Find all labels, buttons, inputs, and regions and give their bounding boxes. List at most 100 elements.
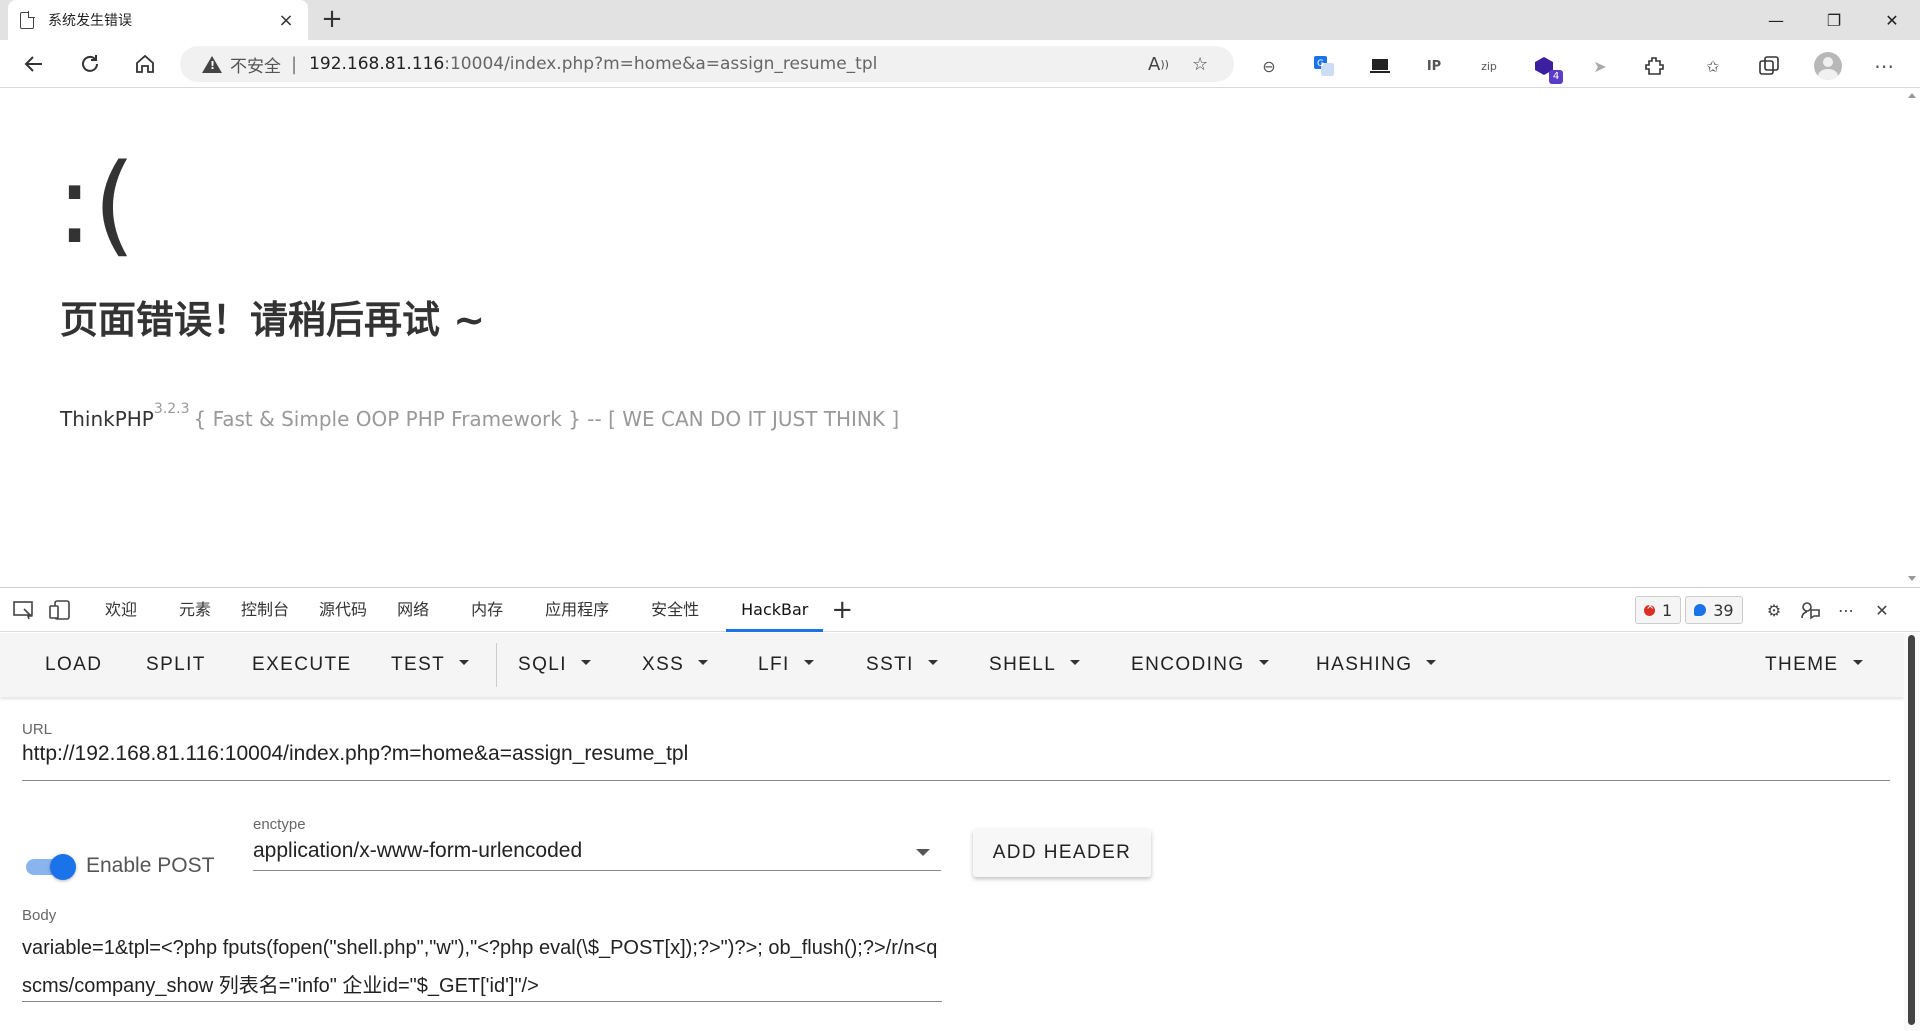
tab-memory[interactable]: 内存 (456, 588, 518, 632)
split-label: SPLIT (146, 654, 206, 675)
tab-security[interactable]: 安全性 (636, 588, 714, 632)
url-field-label: URL (22, 721, 53, 738)
message-icon (1694, 604, 1707, 616)
shell-label: SHELL (989, 654, 1057, 675)
more-options-icon[interactable]: ⋯ (1828, 595, 1864, 625)
body-textarea[interactable]: variable=1&tpl=<?php fputs(fopen("shell.… (22, 929, 942, 1005)
hackbar-scrollbar[interactable] (1904, 633, 1920, 1031)
profile-avatar[interactable] (1814, 52, 1842, 80)
new-tab-button[interactable]: + (318, 6, 346, 34)
device-toolbar-icon[interactable] (42, 595, 78, 625)
tab-sources[interactable]: 源代码 (304, 588, 382, 632)
add-panel-button[interactable]: + (831, 595, 853, 625)
tab-network[interactable]: 网络 (382, 588, 444, 632)
execute-button[interactable]: EXECUTE (252, 633, 352, 697)
tab-console[interactable]: 控制台 (226, 588, 304, 632)
more-menu-icon[interactable]: ⋯ (1870, 52, 1898, 80)
xss-menu[interactable]: XSS (642, 633, 709, 697)
add-header-button[interactable]: ADD HEADER (973, 829, 1151, 877)
hackbar-extension-icon[interactable]: 4 (1530, 52, 1563, 84)
collections-icon[interactable] (1755, 52, 1783, 80)
devtools-tab-bar: 欢迎 元素 控制台 源代码 网络 内存 应用程序 安全性 HackBar + 1… (0, 588, 1920, 632)
hashing-menu[interactable]: HASHING (1316, 633, 1437, 697)
tab-application[interactable]: 应用程序 (530, 588, 624, 632)
tab-hackbar[interactable]: HackBar (726, 588, 824, 632)
extensions-puzzle-icon[interactable] (1641, 52, 1669, 80)
translate-icon[interactable]: G (1310, 52, 1338, 80)
settings-gear-icon[interactable]: ⚙ (1756, 595, 1792, 625)
toggle-knob (50, 854, 76, 880)
home-icon[interactable] (127, 48, 163, 80)
page-icon (20, 10, 35, 29)
page-scrollbar[interactable] (1904, 89, 1920, 587)
chevron-down-icon (459, 660, 470, 666)
enctype-select[interactable]: application/x-www-form-urlencoded (253, 839, 582, 863)
split-button[interactable]: SPLIT (146, 633, 206, 697)
inspect-icon[interactable] (6, 595, 42, 625)
ssti-menu[interactable]: SSTI (866, 633, 938, 697)
enable-post-label: Enable POST (86, 854, 215, 877)
devtools-controls: ⚙ ⋯ ✕ (1756, 595, 1900, 625)
error-count: 1 (1662, 600, 1673, 620)
feedback-icon[interactable] (1792, 595, 1828, 625)
test-label: TEST (391, 654, 446, 675)
xss-label: XSS (642, 654, 685, 675)
lfi-menu[interactable]: LFI (758, 633, 814, 697)
url-input[interactable]: http://192.168.81.116:10004/index.php?m=… (22, 742, 688, 766)
ip-icon[interactable]: IP (1420, 52, 1448, 80)
execute-label: EXECUTE (252, 654, 352, 675)
framework-name: ThinkPHP (60, 407, 154, 431)
tab-close-icon[interactable]: × (276, 10, 296, 31)
dropdown-arrow-icon[interactable] (916, 849, 930, 856)
url-path: :10004/index.php?m=home&a=assign_resume_… (444, 54, 878, 74)
chevron-down-icon (1258, 660, 1269, 666)
zip-icon[interactable]: zip (1475, 52, 1503, 80)
error-counter[interactable]: 1 (1635, 596, 1682, 624)
chevron-down-icon (927, 660, 938, 666)
window-close-button[interactable]: ✕ (1864, 0, 1920, 40)
svg-text:G: G (1317, 59, 1324, 69)
framework-slogan: { Fast & Simple OOP PHP Framework } -- [… (193, 407, 900, 431)
scrollbar-thumb[interactable] (1908, 635, 1915, 1025)
back-arrow-icon[interactable] (16, 48, 52, 80)
error-message: 页面错误！请稍后再试 ~ (60, 298, 486, 342)
url-host: 192.168.81.116 (309, 54, 445, 74)
chevron-down-icon (698, 660, 709, 666)
scroll-down-icon[interactable] (1908, 576, 1916, 581)
hackbar-menu: LOAD SPLIT EXECUTE TEST SQLI XSS LFI SST… (0, 633, 1904, 697)
chevron-down-icon (1426, 660, 1437, 666)
encoding-label: ENCODING (1131, 654, 1245, 675)
address-bar[interactable]: 不安全 | 192.168.81.116 :10004/index.php?m=… (180, 46, 1234, 82)
laptop-icon[interactable] (1366, 52, 1394, 80)
block-icon[interactable]: ⊖ (1255, 52, 1283, 80)
close-devtools-icon[interactable]: ✕ (1864, 595, 1900, 625)
message-counter[interactable]: 39 (1685, 596, 1743, 624)
page-content: :( 页面错误！请稍后再试 ~ ThinkPHP3.2.3{ Fast & Si… (0, 89, 1904, 587)
load-button[interactable]: LOAD (45, 633, 102, 697)
theme-label: THEME (1765, 654, 1839, 675)
sqli-label: SQLI (518, 654, 567, 675)
test-menu[interactable]: TEST (391, 633, 470, 697)
add-favorite-icon[interactable]: ☆ (1192, 46, 1208, 82)
theme-menu[interactable]: THEME (1765, 633, 1863, 697)
tab-welcome[interactable]: 欢迎 (90, 588, 152, 632)
shell-menu[interactable]: SHELL (989, 633, 1081, 697)
minimize-button[interactable]: — (1748, 0, 1804, 40)
favorites-icon[interactable]: ✩ (1699, 52, 1727, 80)
enable-post-toggle[interactable] (24, 852, 76, 882)
body-field-label: Body (22, 907, 57, 924)
restore-button[interactable]: ❐ (1806, 0, 1862, 40)
scroll-up-icon[interactable] (1908, 93, 1916, 98)
enctype-label: enctype (253, 816, 306, 833)
browser-toolbar: 不安全 | 192.168.81.116 :10004/index.php?m=… (0, 40, 1920, 88)
read-aloud-icon[interactable]: A)) (1148, 46, 1169, 82)
warning-icon (202, 55, 222, 73)
tab-elements[interactable]: 元素 (164, 588, 226, 632)
refresh-icon[interactable] (72, 48, 108, 80)
insecure-label[interactable]: 不安全 (230, 52, 281, 77)
encoding-menu[interactable]: ENCODING (1131, 633, 1269, 697)
sqli-menu[interactable]: SQLI (518, 633, 591, 697)
browser-tab[interactable]: 系统发生错误 × (8, 0, 308, 40)
bird-icon[interactable]: ➤ (1586, 52, 1614, 80)
chevron-down-icon (1852, 660, 1863, 666)
